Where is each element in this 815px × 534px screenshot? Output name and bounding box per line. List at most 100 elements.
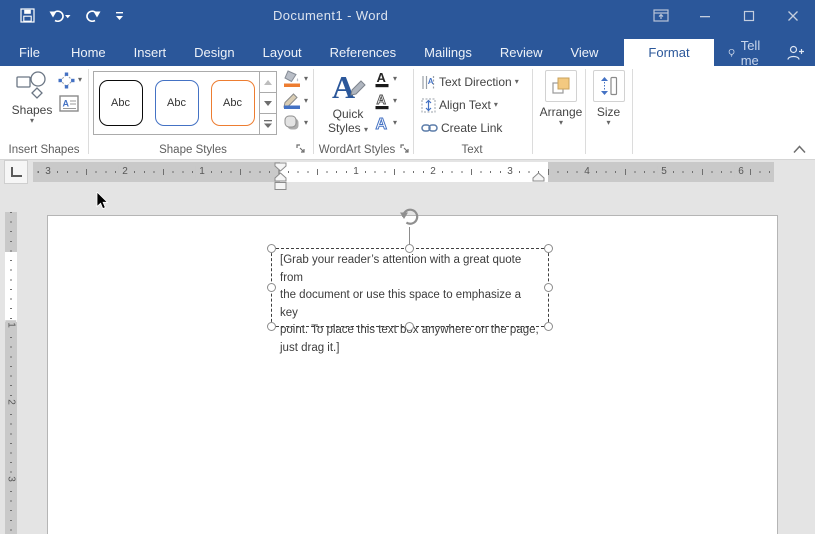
svg-text:A: A (428, 77, 434, 86)
text-outline-icon: A (374, 92, 390, 110)
size-icon (600, 76, 618, 96)
vertical-ruler[interactable]: 1 2 3 (5, 212, 17, 534)
edit-shape-button[interactable]: ▾ (58, 70, 82, 90)
sign-in-icon (787, 45, 805, 61)
text-line: [Grab your reader’s attention with a gre… (280, 252, 542, 287)
svg-text:A: A (376, 116, 388, 132)
tell-me-box[interactable]: Tell me (718, 39, 776, 66)
tab-insert[interactable]: Insert (120, 39, 181, 66)
align-text-button[interactable]: Align Text ▾ (421, 95, 498, 115)
ruler-number: 3 (41, 166, 55, 178)
ruler-number: 4 (580, 166, 594, 178)
maximize-button[interactable] (727, 0, 771, 31)
shape-fill-button[interactable]: ▾ (283, 69, 308, 89)
quick-styles-icon: A (328, 68, 368, 104)
size-dropdown-arrow: ▾ (606, 119, 610, 127)
shape-style-option-1[interactable]: Abc (99, 80, 143, 126)
sign-in-button[interactable] (775, 39, 815, 66)
shape-style-option-2[interactable]: Abc (155, 80, 199, 126)
resize-handle-bottom-left[interactable] (267, 322, 276, 331)
redo-button[interactable] (85, 0, 101, 31)
indent-markers[interactable] (274, 162, 287, 190)
gallery-scroll-column (259, 72, 276, 134)
text-direction-button[interactable]: A Text Direction ▾ (421, 72, 519, 92)
tab-file[interactable]: File (2, 39, 57, 66)
text-direction-label: Text Direction (439, 75, 512, 89)
size-label: Size (597, 105, 620, 119)
text-outline-button[interactable]: A ▾ (374, 91, 397, 111)
ruler-number: 3 (503, 166, 517, 178)
shape-outline-button[interactable]: ▾ (283, 91, 308, 111)
gallery-down-icon (264, 101, 272, 106)
minimize-button[interactable] (683, 0, 727, 31)
ribbon-display-options-button[interactable] (639, 0, 683, 31)
close-button[interactable] (771, 0, 815, 31)
gallery-scroll-down-button[interactable] (260, 93, 276, 114)
gallery-scroll-up-button[interactable] (260, 72, 276, 93)
text-line: the document or use this space to emphas… (280, 287, 542, 322)
title-bar: Document1 - Word (0, 0, 815, 31)
tab-layout[interactable]: Layout (249, 39, 316, 66)
left-tab-stop-icon (11, 167, 22, 177)
size-button[interactable]: Size ▾ (592, 70, 625, 127)
arrange-button[interactable]: Arrange ▾ (538, 70, 584, 127)
right-indent-marker[interactable] (532, 172, 545, 182)
resize-handle-bottom-right[interactable] (544, 322, 553, 331)
shape-effects-button[interactable]: ▾ (283, 113, 308, 133)
resize-handle-top-left[interactable] (267, 244, 276, 253)
ruler-number: 2 (118, 166, 132, 178)
edit-shape-icon (58, 72, 75, 89)
resize-handle-middle-right[interactable] (544, 283, 553, 292)
text-fill-button[interactable]: A ▾ (374, 69, 397, 89)
save-button[interactable] (20, 0, 35, 31)
tab-references[interactable]: References (316, 39, 410, 66)
ruler-number: 5 (657, 166, 671, 178)
hanging-indent-marker[interactable] (275, 173, 286, 181)
arrange-icon-box (545, 70, 577, 102)
tab-stop-selector[interactable] (4, 160, 28, 184)
align-text-icon (421, 98, 436, 113)
tab-format-active[interactable]: Format (624, 39, 713, 66)
tab-mailings[interactable]: Mailings (410, 39, 486, 66)
quick-styles-label-line2: Styles ▾ (328, 121, 368, 135)
group-separator (585, 69, 586, 154)
tab-home[interactable]: Home (57, 39, 120, 66)
arrange-label: Arrange (540, 105, 583, 119)
document-page[interactable]: [Grab your reader’s attention with a gre… (47, 215, 778, 534)
tab-design[interactable]: Design (180, 39, 248, 66)
text-effects-button[interactable]: A ▾ (374, 113, 397, 133)
left-indent-marker[interactable] (275, 183, 286, 190)
selected-text-box[interactable]: [Grab your reader’s attention with a gre… (271, 248, 549, 327)
shape-styles-dialog-launcher[interactable] (296, 144, 308, 156)
quick-styles-button[interactable]: A Quick Styles ▾ (322, 68, 374, 135)
collapse-ribbon-icon (793, 145, 806, 154)
resize-handle-top-center[interactable] (405, 244, 414, 253)
gallery-more-button[interactable] (260, 114, 276, 134)
shapes-dropdown-arrow: ▾ (30, 117, 34, 125)
resize-handle-bottom-center[interactable] (405, 322, 414, 331)
vruler-ticks (10, 212, 12, 534)
text-box-content[interactable]: [Grab your reader’s attention with a gre… (280, 252, 542, 357)
close-icon (787, 10, 799, 22)
undo-button[interactable] (49, 0, 71, 31)
customize-quick-access-button[interactable] (115, 0, 124, 31)
shape-style-option-3[interactable]: Abc (211, 80, 255, 126)
edit-shape-dropdown-arrow: ▾ (78, 76, 82, 84)
wordart-styles-dialog-launcher[interactable] (400, 144, 412, 156)
ruler-number: 1 (195, 166, 209, 178)
tab-view[interactable]: View (556, 39, 612, 66)
create-link-button[interactable]: Create Link (421, 118, 502, 138)
size-icon-box (593, 70, 625, 102)
svg-text:A: A (332, 69, 355, 104)
group-label-wordart-styles: WordArt Styles (319, 143, 395, 157)
collapse-ribbon-button[interactable] (791, 142, 807, 156)
resize-handle-middle-left[interactable] (267, 283, 276, 292)
rotation-handle-icon[interactable] (400, 206, 420, 227)
tab-review[interactable]: Review (486, 39, 557, 66)
resize-handle-top-right[interactable] (544, 244, 553, 253)
horizontal-ruler[interactable]: 3 2 1 1 2 3 4 5 6 (33, 162, 774, 182)
gallery-up-icon (264, 80, 272, 85)
draw-text-box-button[interactable]: A (59, 93, 79, 113)
first-line-indent-marker[interactable] (275, 163, 286, 171)
shapes-button[interactable]: Shapes ▾ (6, 70, 58, 125)
